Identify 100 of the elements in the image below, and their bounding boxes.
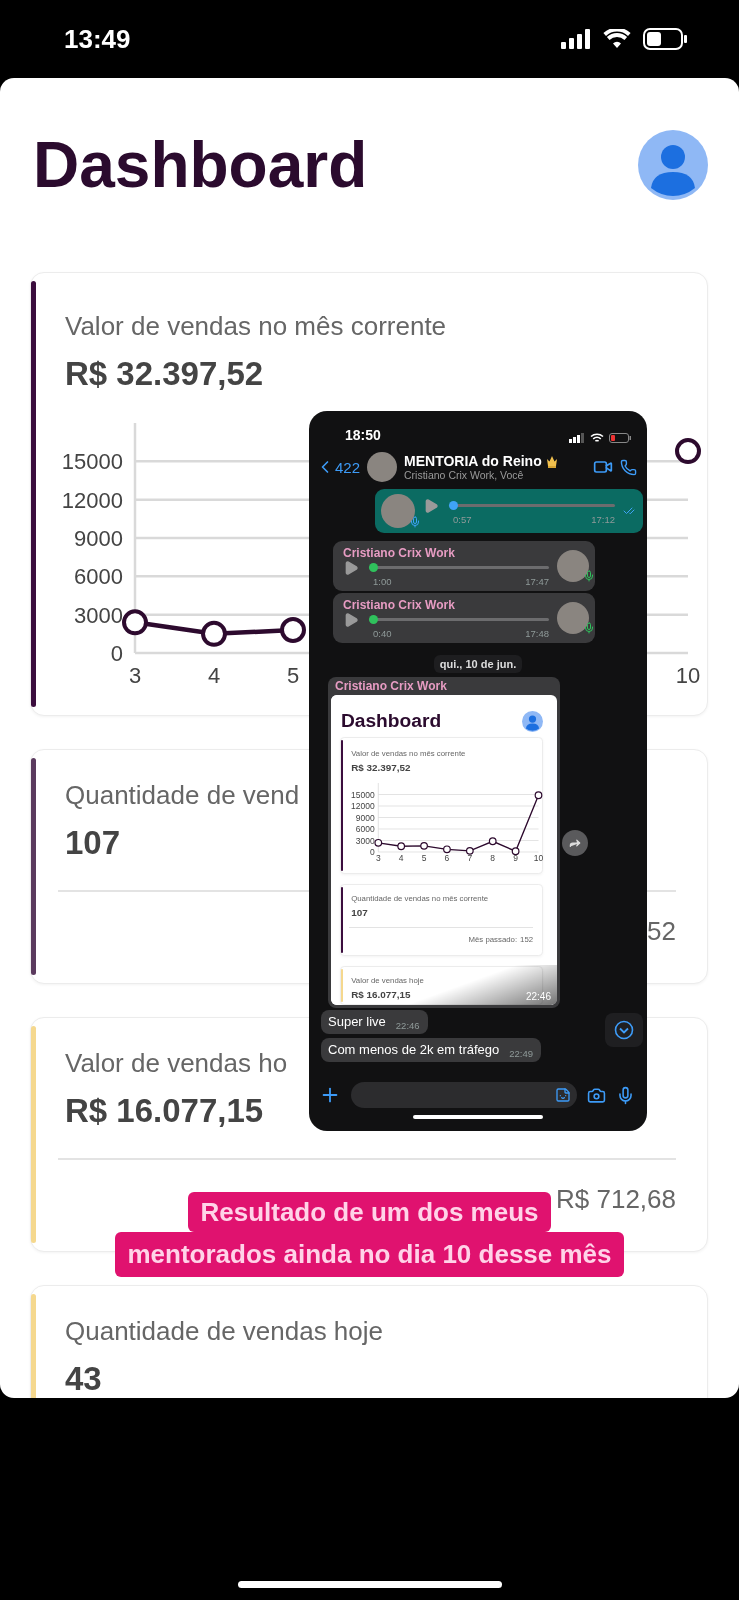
voice-message[interactable]: Cristiano Crix Work 1:00 17:47 (333, 541, 595, 591)
message-time: 22:49 (509, 1048, 534, 1059)
play-icon[interactable] (343, 559, 359, 576)
card-value: 43 (65, 1362, 102, 1396)
axis-label: 0 (110, 640, 123, 666)
axis-label: 3 (375, 852, 381, 863)
axis-label: 12000 (61, 487, 123, 513)
forward-button[interactable] (562, 829, 588, 856)
photo-placeholder[interactable] (367, 452, 398, 482)
message-time: 17:12 (591, 513, 615, 525)
status-time: 13:49 (64, 23, 131, 55)
axis-label: 5 (421, 852, 426, 863)
microphone-icon (409, 516, 421, 528)
scroll-down-button[interactable] (605, 1013, 643, 1047)
card-value: R$ 32.397,52 (65, 357, 264, 391)
axis-label: 0 (369, 846, 375, 857)
axis-label: 9000 (355, 812, 375, 823)
audio-duration: 0:57 (453, 513, 472, 525)
wifi-icon (590, 433, 604, 443)
group-name[interactable]: MENTORIA do Reino (404, 453, 542, 469)
photo-placeholder (381, 494, 415, 528)
card-value: R$ 16.077,15 (351, 989, 411, 1000)
axis-label: 12000 (350, 800, 375, 811)
axis-label: 4 (398, 852, 404, 863)
microphone-icon[interactable] (616, 1085, 635, 1105)
audio-duration: 1:00 (373, 575, 392, 587)
status-time: 18:50 (345, 427, 381, 443)
data-point (280, 617, 306, 643)
card-title: Valor de vendas ho (65, 1048, 288, 1078)
axis-label: 3000 (74, 602, 123, 628)
caption-text: Resultado de um dos meus (188, 1192, 551, 1232)
voice-message[interactable]: Cristiano Crix Work 0:40 17:48 (333, 593, 595, 643)
card-value: 107 (351, 907, 368, 918)
text-message[interactable]: Com menos de 2k em tráfego 22:49 (321, 1038, 542, 1062)
data-point (122, 609, 148, 636)
card-value: 107 (65, 826, 121, 860)
battery-icon (609, 433, 631, 443)
data-point (396, 841, 405, 850)
read-receipt-icon (623, 505, 635, 517)
data-point (465, 846, 474, 855)
playhead[interactable] (369, 615, 378, 624)
dashboard-title: Dashboard (340, 711, 442, 731)
data-point (511, 846, 520, 855)
message-time: 22:46 (525, 991, 551, 1002)
audio-track[interactable] (369, 566, 549, 569)
axis-label: 10 (675, 663, 701, 688)
microphone-icon (583, 570, 595, 582)
card-value: R$ 32.397,52 (351, 762, 411, 773)
card-title: Valor de vendas no mês corrente (65, 311, 447, 341)
signal-icon (569, 433, 585, 443)
message-time: 17:47 (525, 575, 549, 587)
footer-text: R$ 712,68 (556, 1184, 676, 1214)
data-point (201, 620, 227, 647)
caption-text: mentorados ainda no dia 10 desse mês (115, 1232, 624, 1277)
axis-label: 15000 (61, 449, 123, 475)
axis-label: 8 (489, 852, 495, 863)
axis-label: 3 (128, 663, 142, 688)
text-message[interactable]: Super live 22:46 (321, 1010, 428, 1034)
sender-name: Cristiano Crix Work (343, 545, 456, 560)
wifi-icon (603, 29, 631, 49)
playhead[interactable] (369, 563, 378, 572)
date-label: qui., 10 de jun. (433, 655, 523, 673)
card-title: Quantidade de vend (65, 780, 300, 810)
chevron-down-icon (614, 1020, 634, 1040)
axis-label: 7 (467, 852, 472, 863)
data-point (534, 790, 542, 799)
photo-placeholder (557, 602, 589, 634)
axis-label: 9000 (74, 525, 123, 551)
data-point (442, 845, 451, 853)
avatar-icon[interactable] (638, 130, 708, 200)
dashboard-title: Dashboard (33, 133, 368, 197)
audio-track[interactable] (369, 618, 549, 621)
message-time: 22:46 (395, 1020, 420, 1031)
axis-label: 6 (444, 852, 449, 863)
axis-label: 6000 (355, 823, 375, 834)
axis-label: 6000 (74, 564, 123, 590)
photo-placeholder (557, 550, 589, 582)
audio-track[interactable] (449, 504, 615, 507)
card-value: R$ 16.077,15 (65, 1094, 264, 1128)
sticker-icon[interactable] (555, 1087, 571, 1103)
data-point (675, 438, 701, 465)
camera-icon[interactable] (587, 1085, 606, 1105)
axis-label: 4 (207, 663, 221, 688)
axis-label: 15000 (350, 789, 375, 800)
microphone-icon (583, 622, 595, 634)
sender-name: Cristiano Crix Work (343, 597, 456, 612)
message-field[interactable] (351, 1082, 577, 1108)
call-button[interactable] (620, 458, 637, 476)
axis-label: 5 (286, 663, 300, 688)
axis-label: 10 (533, 852, 543, 863)
card-title: Quantidade de vendas hoje (65, 1316, 384, 1346)
axis-label: 3000 (355, 835, 375, 846)
data-point (419, 841, 428, 850)
avatar-icon[interactable] (522, 710, 544, 732)
play-icon[interactable] (343, 611, 359, 628)
back-button[interactable]: 422 (315, 457, 361, 477)
footer-text: 52 (647, 916, 676, 946)
sender-name: Cristiano Crix Work (334, 678, 448, 695)
crown-icon (545, 454, 558, 468)
signal-icon (561, 29, 591, 49)
